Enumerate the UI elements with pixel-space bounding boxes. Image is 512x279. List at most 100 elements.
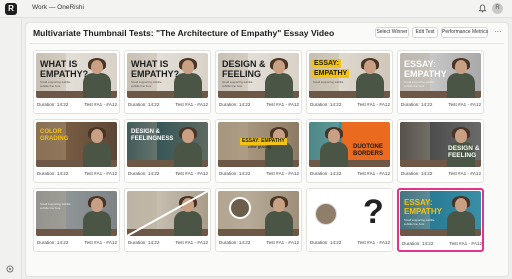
duration-label: Duration: 14:22 bbox=[37, 102, 69, 107]
thumbnail-headline: WHAT IS bbox=[40, 59, 78, 69]
thumbnail-card[interactable]: ? Duration: 14:22 Test #A1 - #A12 bbox=[306, 188, 393, 252]
diagonal-line bbox=[127, 191, 208, 236]
app-logo[interactable]: R bbox=[5, 3, 17, 15]
person-figure bbox=[353, 58, 387, 98]
test-label: Test #A1 - #A12 bbox=[266, 240, 299, 245]
thumbnail-image[interactable]: ESSAY: EMPATHY Small supporting subtitle su… bbox=[400, 53, 481, 98]
duration-label: Duration: 14:22 bbox=[128, 102, 160, 107]
duration-label: Duration: 14:22 bbox=[128, 240, 160, 245]
thumbnail-headline: EMPATHY bbox=[404, 207, 442, 216]
thumbnail-image[interactable]: ? bbox=[309, 191, 390, 236]
avatar[interactable]: R bbox=[492, 3, 503, 14]
person-figure bbox=[444, 58, 478, 98]
test-label: Test #A1 - #A12 bbox=[357, 102, 390, 107]
thumbnail-headline-sub: color grading bbox=[248, 144, 272, 149]
thumbnail-card[interactable]: Duration: 14:22 Test #A1 - #A12 bbox=[215, 188, 302, 252]
duration-label: Duration: 14:22 bbox=[310, 240, 342, 245]
thumbnail-image[interactable]: ESSAY: EMPATHY color grading bbox=[218, 122, 299, 167]
thumbnail-card[interactable]: Small supporting subtitle subtitle line h… bbox=[33, 188, 120, 252]
gear-icon[interactable] bbox=[5, 264, 15, 274]
duration-label: Duration: 14:22 bbox=[219, 102, 251, 107]
thumbnail-subtitle: subtitle line here bbox=[404, 221, 425, 226]
thumbnail-headline: ESSAY: bbox=[404, 59, 437, 69]
person-figure bbox=[317, 127, 351, 167]
thumbnail-subtitle: subtitle line here bbox=[40, 83, 61, 88]
thumbnail-headline: WHAT IS bbox=[131, 59, 169, 69]
duration-label: Duration: 14:22 bbox=[219, 171, 251, 176]
bell-icon[interactable] bbox=[478, 4, 487, 13]
head bbox=[91, 60, 103, 74]
thumbnail-card[interactable]: DUOTONE BORDERS Duration: 14:22 Test #A1 - … bbox=[306, 119, 393, 183]
performance-metrics-button[interactable]: Performance Metrics bbox=[441, 27, 488, 38]
thumbnail-image[interactable]: WHAT IS EMPATHY? Small supporting subtitle… bbox=[36, 53, 117, 98]
thumbnail-card[interactable]: COLOR GRADING Duration: 14:22 Test #A1 - #A… bbox=[33, 119, 120, 183]
thumbnail-headline: GRADING bbox=[40, 136, 69, 142]
thumbnail-headline: DESIGN & bbox=[131, 129, 161, 135]
thumbnail-image[interactable]: WHAT IS EMPATHY? Small supporting subtitle… bbox=[127, 53, 208, 98]
diagonal-split bbox=[127, 191, 208, 236]
thumbnail-subtitle: subtitle line here bbox=[40, 205, 61, 210]
thumbnail-subtitle: subtitle line here bbox=[222, 83, 243, 88]
thumbnail-headline: ESSAY: bbox=[312, 59, 341, 68]
thumbnail-card[interactable]: ESSAY: EMPATHY Small supporting subtitle su… bbox=[397, 50, 484, 114]
thumbnail-headline: DESIGN & bbox=[222, 59, 266, 69]
thumbnail-image[interactable]: DESIGN & FEELINGNESS bbox=[127, 122, 208, 167]
thumbnail-image[interactable] bbox=[218, 191, 299, 236]
person-figure bbox=[80, 127, 114, 167]
breadcrumb[interactable]: Work — OneRishi bbox=[32, 4, 84, 11]
thumbnail-card[interactable]: WHAT IS EMPATHY? Small supporting subtitle… bbox=[33, 50, 120, 114]
thumbnail-headline: BORDERS bbox=[353, 151, 384, 157]
person-figure bbox=[171, 127, 205, 167]
thumbnail-card[interactable]: DESIGN & FEELING Small supporting subtitle… bbox=[215, 50, 302, 114]
thumbnail-card[interactable]: ESSAY: EMPATHY Small supporting subtitle su… bbox=[397, 188, 484, 252]
thumbnail-image[interactable]: Small supporting subtitle subtitle line h… bbox=[36, 191, 117, 236]
body bbox=[265, 211, 293, 236]
duration-label: Duration: 14:22 bbox=[401, 171, 433, 176]
head bbox=[364, 60, 376, 74]
thumbnail-headline: EMPATHY bbox=[312, 69, 350, 78]
edit-test-button[interactable]: Edit Test bbox=[412, 27, 438, 38]
circle-frame bbox=[229, 197, 251, 219]
test-label: Test #A1 - #A12 bbox=[84, 102, 117, 107]
thumbnail-headline: DUOTONE bbox=[353, 144, 383, 150]
body bbox=[447, 73, 475, 98]
thumbnail-image[interactable]: ESSAY: EMPATHY Small supporting subtitle su… bbox=[400, 191, 481, 236]
body bbox=[320, 142, 348, 167]
duration-label: Duration: 14:22 bbox=[401, 102, 433, 107]
thumbnail-card[interactable]: DESIGN & FEELINGNESS Duration: 14:22 Test #… bbox=[124, 119, 211, 183]
thumbnail-subtitle: Small supporting subtitle bbox=[313, 80, 344, 84]
body bbox=[356, 73, 384, 98]
thumbnail-image[interactable]: DESIGN & FEELING Small supporting subtitle… bbox=[218, 53, 299, 98]
duration-label: Duration: 14:22 bbox=[128, 171, 160, 176]
thumbnail-card[interactable]: WHAT IS EMPATHY? Small supporting subtitle… bbox=[124, 50, 211, 114]
test-label: Test #A1 - #A12 bbox=[175, 171, 208, 176]
thumbnail-image[interactable]: COLOR GRADING bbox=[36, 122, 117, 167]
head bbox=[273, 198, 285, 212]
head bbox=[91, 129, 103, 143]
thumbnail-headline: EMPATHY bbox=[404, 69, 447, 79]
thumbnail-subtitle: subtitle line here bbox=[404, 83, 425, 88]
person-figure bbox=[262, 58, 296, 98]
thumbnail-card[interactable]: Duration: 14:22 Test #A1 - #A12 bbox=[124, 188, 211, 252]
duration-label: Duration: 14:22 bbox=[310, 102, 342, 107]
more-options-button[interactable]: ··· bbox=[492, 27, 504, 38]
select-winner-button[interactable]: Select Winner bbox=[375, 27, 409, 38]
duration-label: Duration: 14:22 bbox=[310, 171, 342, 176]
thumbnail-card[interactable]: ESSAY: EMPATHY color grading Duration: 14:… bbox=[215, 119, 302, 183]
thumbnail-image[interactable]: ESSAY: EMPATHY Small supporting subtitle bbox=[309, 53, 390, 98]
thumbnail-card[interactable]: ESSAY: EMPATHY Small supporting subtitle Du… bbox=[306, 50, 393, 114]
head bbox=[328, 129, 340, 143]
head bbox=[182, 60, 194, 74]
test-label: Test #A1 - #A12 bbox=[266, 171, 299, 176]
person-figure bbox=[80, 196, 114, 236]
test-label: Test #A1 - #A12 bbox=[357, 171, 390, 176]
thumbnail-image[interactable] bbox=[127, 191, 208, 236]
person-figure bbox=[444, 196, 478, 236]
thumbnail-card[interactable]: DESIGN & FEELING Duration: 14:22 Test #A1 -… bbox=[397, 119, 484, 183]
thumbnail-image[interactable]: DUOTONE BORDERS bbox=[309, 122, 390, 167]
test-label: Test #A1 - #A12 bbox=[266, 102, 299, 107]
thumbnail-image[interactable]: DESIGN & FEELING bbox=[400, 122, 481, 167]
page-title: Multivariate Thumbnail Tests: "The Archi… bbox=[33, 28, 335, 38]
head bbox=[91, 198, 103, 212]
test-label: Test #A1 - #A12 bbox=[175, 102, 208, 107]
